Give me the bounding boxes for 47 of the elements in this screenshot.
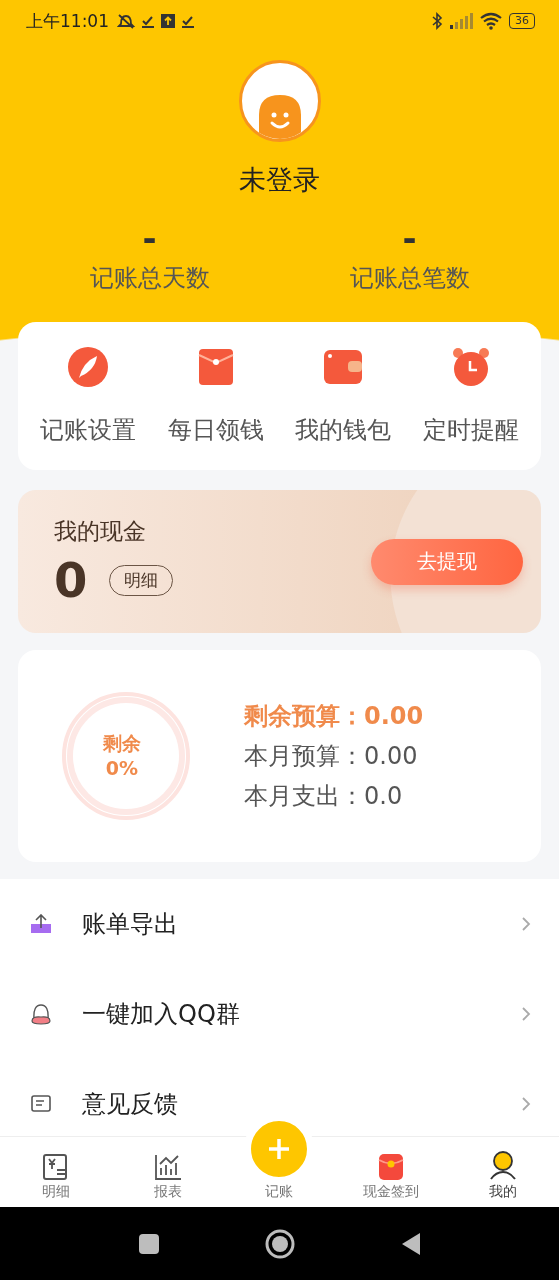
menu-item[interactable]: 一键加入QQ群 — [0, 969, 559, 1059]
chevron-icon — [521, 916, 531, 932]
chevron-icon — [521, 1096, 531, 1112]
home-button[interactable] — [263, 1227, 296, 1260]
stat-label: 记账总天数 — [89, 263, 210, 294]
stat-value: - — [142, 220, 157, 256]
tab[interactable]: 报表 — [111, 1137, 224, 1207]
stat-value: - — [402, 220, 417, 256]
ring-label: 剩余 — [103, 731, 141, 756]
receipt-icon — [41, 1153, 70, 1181]
envelope-icon — [197, 346, 234, 388]
status-time: 上午11:01 — [26, 9, 109, 33]
feedback-icon — [30, 1094, 52, 1114]
recents-button[interactable] — [137, 1232, 160, 1255]
battery-icon: 36 — [509, 13, 535, 29]
penguin-icon — [30, 1003, 52, 1025]
shortcut-item[interactable]: 定时提醒 — [407, 322, 535, 470]
muted-bell-icon — [117, 12, 135, 30]
budget-value: 0.0 — [364, 782, 403, 810]
login-status: 未登录 — [239, 163, 320, 197]
alarm-clock-icon — [451, 346, 492, 388]
envelope-icon — [377, 1153, 406, 1181]
wifi-icon — [479, 12, 503, 30]
chevron-icon — [521, 1006, 531, 1022]
person-icon — [489, 1151, 518, 1181]
cash-amount: 0 — [54, 553, 88, 607]
tab[interactable]: 我的 — [447, 1137, 559, 1207]
stat-label: 记账总笔数 — [349, 263, 470, 294]
upload-icon — [161, 14, 175, 28]
budget-label: 本月预算： — [244, 742, 364, 770]
signal-icon — [449, 13, 473, 29]
menu-item[interactable]: 账单导出 — [0, 879, 559, 969]
budget-value: 0.00 — [364, 702, 424, 730]
budget-value: 0.00 — [364, 742, 418, 770]
cash-title: 我的现金 — [54, 517, 147, 546]
upload-icon — [30, 914, 52, 934]
budget-label: 剩余预算： — [244, 702, 364, 730]
shortcut-item[interactable]: 每日领钱 — [151, 322, 280, 470]
feather-icon — [66, 346, 109, 388]
shortcut-item[interactable]: 记账设置 — [24, 322, 152, 470]
tab[interactable]: 明细 — [0, 1137, 112, 1207]
bar-chart-icon — [153, 1153, 182, 1181]
budget-label: 本月支出： — [244, 782, 364, 810]
shortcut-item[interactable]: 我的钱包 — [279, 322, 408, 470]
bluetooth-icon — [431, 12, 443, 30]
tab[interactable]: 现金签到 — [335, 1137, 448, 1207]
ring-percent: 0% — [105, 756, 139, 781]
